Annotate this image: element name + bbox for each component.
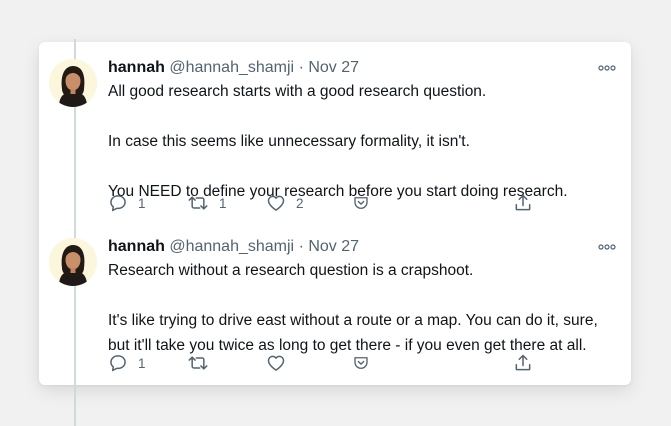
tweet-header: hannah @hannah_shamji · Nov 27: [108, 57, 618, 79]
tweet-line: In case this seems like unnecessary form…: [108, 133, 470, 150]
tweet-actions: 1 1 2: [108, 192, 538, 214]
save-to-pocket-button[interactable]: [352, 192, 370, 214]
share-button[interactable]: [513, 352, 533, 374]
author-handle[interactable]: @hannah_shamji: [169, 59, 294, 76]
separator: ·: [298, 238, 304, 255]
reply-icon: [108, 353, 128, 373]
more-icon[interactable]: [596, 57, 618, 79]
like-button[interactable]: 2: [266, 192, 304, 214]
share-icon: [513, 193, 533, 213]
tweet-header: hannah @hannah_shamji · Nov 27: [108, 236, 618, 258]
heart-icon: [266, 193, 286, 213]
reply-icon: [108, 193, 128, 213]
like-count: 2: [296, 195, 304, 211]
tweet-actions: 1: [108, 352, 538, 374]
retweet-button[interactable]: 1: [187, 192, 227, 214]
tweet-line: Research without a research question is …: [108, 262, 474, 279]
avatar[interactable]: [49, 238, 97, 286]
tweet-line: All good research starts with a good res…: [108, 83, 487, 100]
heart-icon: [266, 353, 286, 373]
author-name[interactable]: hannah: [108, 238, 165, 255]
retweet-icon: [187, 353, 209, 373]
separator: ·: [298, 59, 304, 76]
author-handle[interactable]: @hannah_shamji: [169, 238, 294, 255]
like-button[interactable]: [266, 352, 296, 374]
reply-button[interactable]: 1: [108, 192, 146, 214]
share-icon: [513, 353, 533, 373]
tweet-text: All good research starts with a good res…: [108, 79, 618, 204]
tweet-text: Research without a research question is …: [108, 258, 618, 358]
save-to-pocket-button[interactable]: [352, 352, 370, 374]
retweet-count: 1: [219, 195, 227, 211]
share-button[interactable]: [513, 192, 533, 214]
tweet-date[interactable]: Nov 27: [308, 59, 359, 76]
reply-count: 1: [138, 195, 146, 211]
author-name[interactable]: hannah: [108, 59, 165, 76]
pocket-icon: [352, 194, 370, 212]
retweet-button[interactable]: [187, 352, 219, 374]
reply-count: 1: [138, 355, 146, 371]
avatar[interactable]: [49, 59, 97, 107]
more-icon[interactable]: [596, 236, 618, 258]
reply-button[interactable]: 1: [108, 352, 146, 374]
tweet-line: It's like trying to drive east without a…: [108, 312, 598, 329]
retweet-icon: [187, 193, 209, 213]
pocket-icon: [352, 354, 370, 372]
tweet-date[interactable]: Nov 27: [308, 238, 359, 255]
